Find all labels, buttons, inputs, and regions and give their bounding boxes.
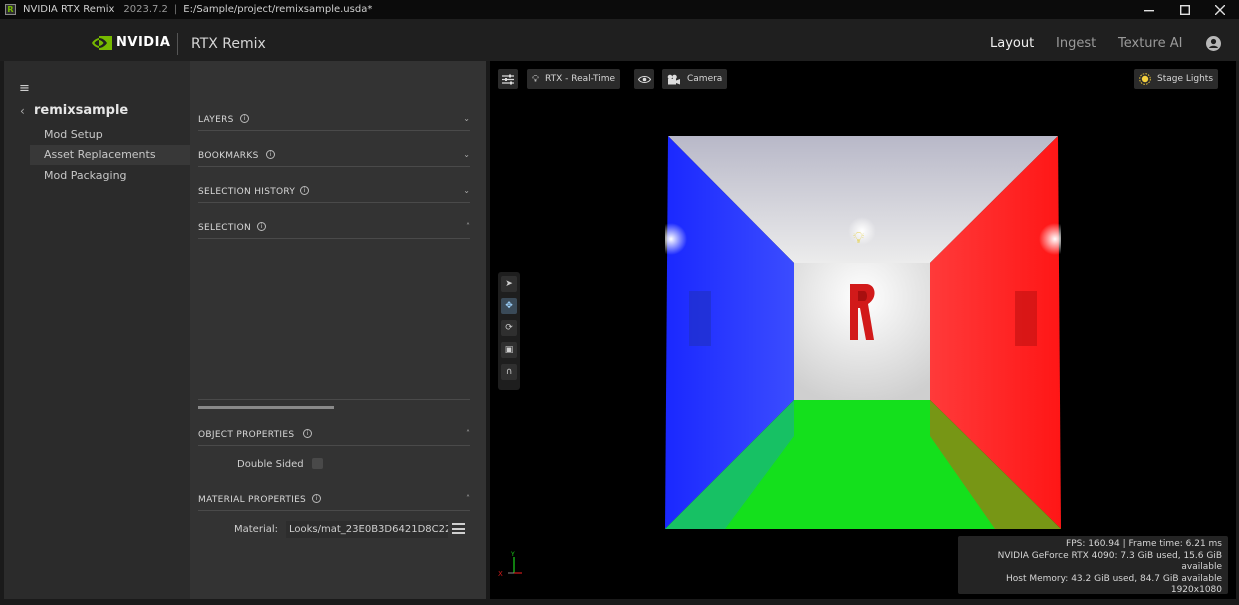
app-version: 2023.7.2	[123, 4, 168, 15]
sidebar-item-asset-replacements[interactable]: Asset Replacements	[30, 145, 190, 165]
camera-button[interactable]: Camera	[662, 69, 728, 89]
section-label: BOOKMARKS	[198, 151, 259, 161]
info-icon[interactable]: i	[312, 494, 321, 503]
stage-lights-button[interactable]: Stage Lights	[1134, 69, 1219, 89]
properties-panel: LAYERS i ⌄ BOOKMARKS i ⌄ SELECTION HISTO…	[190, 61, 486, 599]
close-icon	[1215, 4, 1225, 15]
object-properties-section-header[interactable]: OBJECT PROPERTIES i ˄	[198, 420, 470, 446]
gpu-memory-readout: NVIDIA GeForce RTX 4090: 7.3 GiB used, 1…	[997, 550, 1222, 573]
material-properties-section-header[interactable]: MATERIAL PROPERTIES i ˄	[198, 485, 470, 511]
eye-icon	[637, 75, 651, 83]
sidebar-item-mod-packaging[interactable]: Mod Packaging	[30, 166, 190, 186]
minimize-icon	[1144, 9, 1154, 11]
3d-viewport[interactable]: 💡︎ RTX - Real-Time Camera Stage Lights 💡…	[490, 61, 1236, 599]
bookmarks-section-header[interactable]: BOOKMARKS i ⌄	[198, 141, 470, 167]
info-icon[interactable]: i	[300, 186, 309, 195]
app-icon: R	[5, 4, 16, 15]
section-label: OBJECT PROPERTIES	[198, 430, 295, 440]
material-label: Material:	[234, 524, 278, 535]
layers-section-header[interactable]: LAYERS i ⌄	[198, 105, 470, 131]
maximize-icon	[1180, 4, 1190, 15]
sun-icon	[1139, 73, 1151, 85]
horizontal-scrollbar[interactable]	[198, 406, 334, 409]
selection-section-header[interactable]: SELECTION i ˄	[198, 213, 470, 239]
info-icon[interactable]: i	[303, 429, 312, 438]
stage-lights-label: Stage Lights	[1157, 74, 1214, 84]
tab-layout[interactable]: Layout	[990, 36, 1034, 51]
file-path: E:/Sample/project/remixsample.usda*	[183, 4, 373, 15]
camera-label: Camera	[687, 74, 723, 84]
maximize-button[interactable]	[1168, 0, 1202, 19]
title-separator: |	[173, 4, 178, 15]
header-divider	[177, 33, 178, 55]
transform-toolbar: ➤ ✥ ⟳ ▣ ∩	[498, 272, 520, 390]
info-icon[interactable]: i	[257, 222, 266, 231]
selection-history-section-header[interactable]: SELECTION HISTORY i ⌄	[198, 177, 470, 203]
host-memory-readout: Host Memory: 43.2 GiB used, 84.7 GiB ava…	[1006, 573, 1222, 584]
brand-name: NVIDIA	[116, 35, 171, 50]
scale-tool-icon[interactable]: ▣	[501, 342, 517, 358]
chevron-down-icon[interactable]: ⌄	[463, 186, 470, 195]
chevron-up-icon[interactable]: ˄	[466, 494, 470, 503]
chevron-up-icon[interactable]: ˄	[466, 429, 470, 438]
svg-text:💡︎: 💡︎	[853, 228, 864, 247]
chevron-down-icon[interactable]: ⌄	[463, 150, 470, 159]
splitter-line	[198, 399, 470, 400]
double-sided-checkbox[interactable]	[312, 458, 323, 469]
camera-icon	[667, 74, 680, 84]
info-icon[interactable]: i	[240, 114, 249, 123]
section-label: SELECTION	[198, 223, 252, 233]
project-name: remixsample	[34, 103, 129, 118]
project-header: ‹ remixsample	[20, 103, 128, 118]
select-tool-icon[interactable]: ➤	[501, 276, 517, 292]
section-label: MATERIAL PROPERTIES	[198, 495, 307, 505]
section-label: SELECTION HISTORY	[198, 187, 296, 197]
lightbulb-icon: 💡︎	[532, 73, 539, 85]
hamburger-menu-icon[interactable]: ≡	[19, 81, 30, 96]
resolution-readout: 1920x1080	[1170, 585, 1222, 596]
axis-x-label: X	[498, 570, 503, 578]
app-header: NVIDIA RTX Remix Layout Ingest Texture A…	[0, 19, 1239, 61]
tab-texture-ai[interactable]: Texture AI	[1118, 36, 1182, 51]
double-sided-label: Double Sided	[237, 459, 304, 470]
move-tool-icon[interactable]: ✥	[501, 298, 517, 314]
tab-ingest[interactable]: Ingest	[1056, 36, 1096, 51]
fps-readout: FPS: 160.94 | Frame time: 6.21 ms	[1066, 539, 1222, 549]
sidebar-item-mod-setup[interactable]: Mod Setup	[30, 125, 190, 145]
minimize-button[interactable]	[1132, 0, 1166, 19]
info-icon[interactable]: i	[266, 150, 275, 159]
material-path-field[interactable]: Looks/mat_23E0B3D6421D8C22	[286, 521, 448, 538]
axis-gizmo: Y X	[498, 551, 522, 578]
nvidia-eye-icon	[92, 35, 112, 50]
snap-magnet-icon[interactable]: ∩	[501, 364, 517, 380]
axis-y-label: Y	[510, 551, 515, 558]
chevron-up-icon[interactable]: ˄	[466, 222, 470, 231]
nvidia-logo: NVIDIA	[91, 35, 170, 50]
close-button[interactable]	[1203, 0, 1237, 19]
back-chevron-icon[interactable]: ‹	[20, 104, 34, 118]
left-sidebar: ≡ ‹ remixsample Mod Setup Asset Replacem…	[4, 61, 190, 599]
section-label: LAYERS	[198, 115, 234, 125]
title-bar: R NVIDIA RTX Remix 2023.7.2 | E:/Sample/…	[0, 0, 1239, 19]
sliders-icon	[502, 74, 514, 84]
scene-render: 💡︎	[665, 136, 1061, 529]
rotate-tool-icon[interactable]: ⟳	[501, 320, 517, 336]
chevron-down-icon[interactable]: ⌄	[463, 114, 470, 123]
material-menu-icon[interactable]	[452, 523, 465, 534]
user-account-icon[interactable]	[1206, 36, 1221, 51]
product-name: RTX Remix	[191, 36, 266, 52]
window-title: NVIDIA RTX Remix	[23, 4, 115, 15]
viewport-settings-button[interactable]	[498, 69, 518, 89]
render-mode-label: RTX - Real-Time	[545, 74, 616, 84]
performance-stats: FPS: 160.94 | Frame time: 6.21 ms NVIDIA…	[958, 536, 1228, 596]
visibility-button[interactable]	[634, 69, 654, 89]
render-mode-button[interactable]: 💡︎ RTX - Real-Time	[527, 69, 621, 89]
